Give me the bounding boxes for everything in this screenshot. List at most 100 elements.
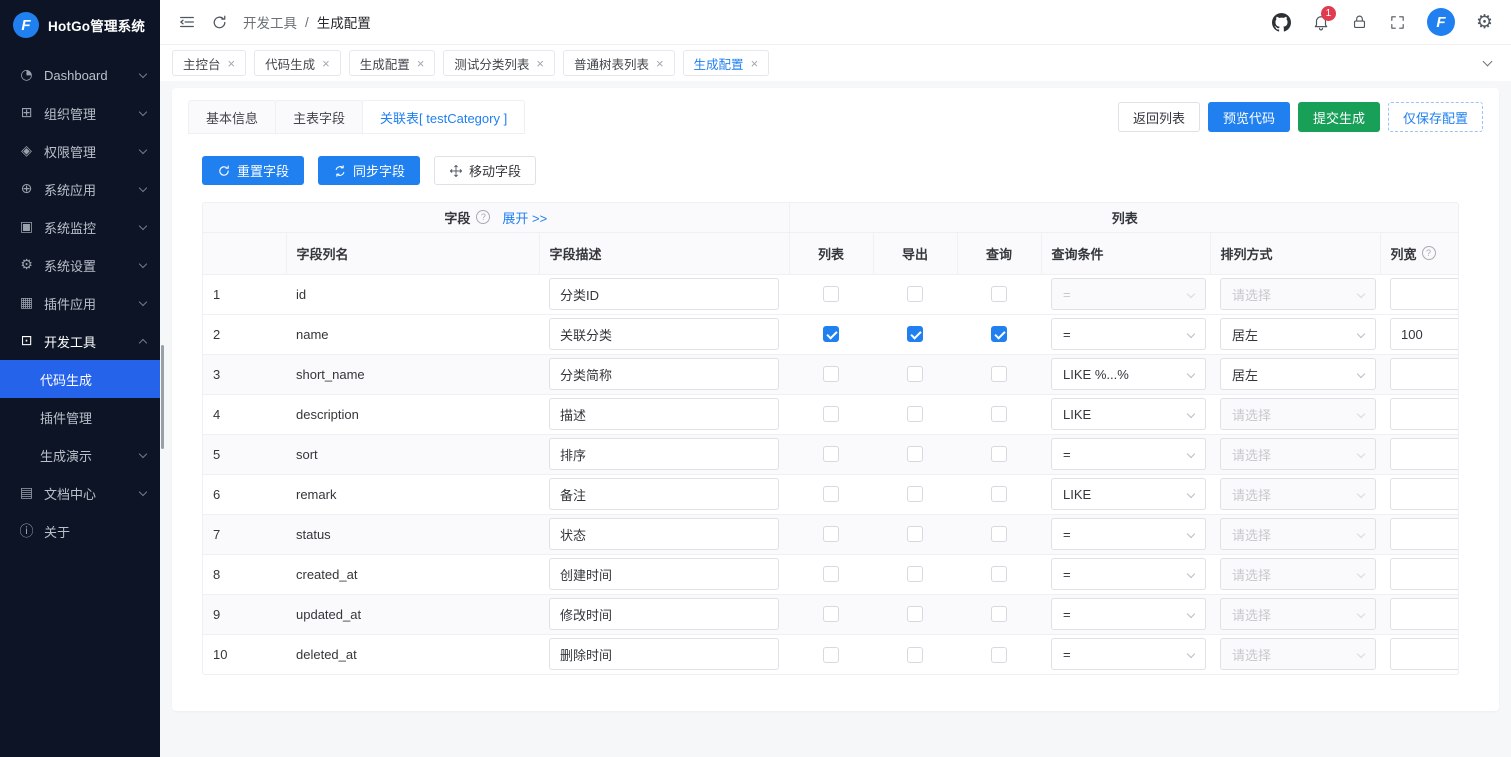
close-icon[interactable]: × — [417, 57, 425, 70]
move-fields-button[interactable]: 移动字段 — [434, 156, 536, 185]
page-tab[interactable]: 生成配置 × — [349, 50, 436, 76]
field-desc-input[interactable] — [549, 478, 779, 510]
submit-generate-button[interactable]: 提交生成 — [1298, 102, 1380, 132]
query-checkbox[interactable] — [991, 366, 1007, 382]
app-logo[interactable]: F HotGo管理系统 — [0, 0, 160, 50]
field-desc-input[interactable] — [549, 318, 779, 350]
sidebar-item[interactable]: ⊕ 系统应用 — [0, 170, 160, 208]
config-tab[interactable]: 关联表[ testCategory ] — [362, 100, 525, 134]
help-icon[interactable] — [1422, 246, 1436, 260]
query-condition-select[interactable]: = — [1051, 318, 1206, 350]
sync-fields-button[interactable]: 同步字段 — [318, 156, 420, 185]
tabs-collapse-chevron[interactable] — [1475, 51, 1499, 75]
sidebar-item[interactable]: 插件管理 — [0, 398, 160, 436]
query-checkbox[interactable] — [991, 526, 1007, 542]
user-avatar[interactable]: F — [1427, 8, 1455, 36]
list-checkbox[interactable] — [823, 526, 839, 542]
sidebar-item[interactable]: ⊡ 开发工具 — [0, 322, 160, 360]
field-desc-input[interactable] — [549, 558, 779, 590]
align-select[interactable]: 请选择 — [1220, 398, 1376, 430]
export-checkbox[interactable] — [907, 526, 923, 542]
query-checkbox[interactable] — [991, 406, 1007, 422]
column-width-input[interactable] — [1390, 438, 1459, 470]
field-desc-input[interactable] — [549, 438, 779, 470]
sidebar-item[interactable]: ⓘ 关于 — [0, 512, 160, 550]
field-desc-input[interactable] — [549, 518, 779, 550]
align-select[interactable]: 居左 — [1220, 358, 1376, 390]
page-tab[interactable]: 普通树表列表 × — [563, 50, 675, 76]
breadcrumb-parent[interactable]: 开发工具 — [243, 12, 297, 32]
column-width-input[interactable] — [1390, 398, 1459, 430]
export-checkbox[interactable] — [907, 606, 923, 622]
save-config-only-button[interactable]: 仅保存配置 — [1388, 102, 1483, 132]
list-checkbox[interactable] — [823, 647, 839, 663]
align-select[interactable]: 请选择 — [1220, 478, 1376, 510]
lock-screen-icon[interactable] — [1351, 14, 1368, 31]
column-width-input[interactable] — [1390, 518, 1459, 550]
config-tab[interactable]: 基本信息 — [188, 100, 276, 134]
menu-collapse-icon[interactable] — [178, 13, 196, 31]
page-tab[interactable]: 测试分类列表 × — [443, 50, 555, 76]
align-select[interactable]: 请选择 — [1220, 558, 1376, 590]
sidebar-item[interactable]: ▦ 插件应用 — [0, 284, 160, 322]
query-checkbox[interactable] — [991, 647, 1007, 663]
sidebar-item[interactable]: ⊞ 组织管理 — [0, 94, 160, 132]
scrollbar-thumb[interactable] — [161, 345, 164, 449]
refresh-icon[interactable] — [211, 14, 228, 31]
close-icon[interactable]: × — [536, 57, 544, 70]
export-checkbox[interactable] — [907, 286, 923, 302]
expand-link[interactable]: 展开 >> — [502, 208, 547, 227]
gear-icon[interactable]: ⚙ — [1476, 13, 1493, 32]
query-checkbox[interactable] — [991, 446, 1007, 462]
column-width-input[interactable] — [1390, 638, 1459, 670]
query-condition-select[interactable]: LIKE — [1051, 478, 1206, 510]
sidebar-item[interactable]: ◈ 权限管理 — [0, 132, 160, 170]
query-condition-select[interactable]: = — [1051, 638, 1206, 670]
preview-code-button[interactable]: 预览代码 — [1208, 102, 1290, 132]
column-width-input[interactable] — [1390, 278, 1459, 310]
field-desc-input[interactable] — [549, 278, 779, 310]
list-checkbox[interactable] — [823, 286, 839, 302]
page-tab[interactable]: 生成配置 × — [683, 50, 770, 76]
column-width-input[interactable] — [1390, 558, 1459, 590]
sidebar-item[interactable]: 生成演示 — [0, 436, 160, 474]
query-checkbox[interactable] — [991, 486, 1007, 502]
query-checkbox[interactable] — [991, 566, 1007, 582]
column-width-input[interactable] — [1390, 478, 1459, 510]
query-condition-select[interactable]: = — [1051, 438, 1206, 470]
query-condition-select[interactable]: LIKE %...% — [1051, 358, 1206, 390]
align-select[interactable]: 请选择 — [1220, 638, 1376, 670]
align-select[interactable]: 请选择 — [1220, 278, 1376, 310]
list-checkbox[interactable] — [823, 606, 839, 622]
column-width-input[interactable] — [1390, 358, 1459, 390]
align-select[interactable]: 请选择 — [1220, 438, 1376, 470]
close-icon[interactable]: × — [322, 57, 330, 70]
export-checkbox[interactable] — [907, 446, 923, 462]
sidebar-item[interactable]: ▤ 文档中心 — [0, 474, 160, 512]
list-checkbox[interactable] — [823, 366, 839, 382]
page-tab[interactable]: 代码生成 × — [254, 50, 341, 76]
close-icon[interactable]: × — [751, 57, 759, 70]
column-width-input[interactable] — [1390, 318, 1459, 350]
align-select[interactable]: 居左 — [1220, 318, 1376, 350]
export-checkbox[interactable] — [907, 366, 923, 382]
help-icon[interactable] — [476, 210, 490, 224]
list-checkbox[interactable] — [823, 326, 839, 342]
list-checkbox[interactable] — [823, 446, 839, 462]
field-desc-input[interactable] — [549, 398, 779, 430]
page-tab[interactable]: 主控台 × — [172, 50, 246, 76]
field-desc-input[interactable] — [549, 598, 779, 630]
fullscreen-icon[interactable] — [1389, 14, 1406, 31]
list-checkbox[interactable] — [823, 486, 839, 502]
query-condition-select[interactable]: = — [1051, 558, 1206, 590]
reset-fields-button[interactable]: 重置字段 — [202, 156, 304, 185]
align-select[interactable]: 请选择 — [1220, 518, 1376, 550]
back-to-list-button[interactable]: 返回列表 — [1118, 102, 1200, 132]
sidebar-item[interactable]: 代码生成 — [0, 360, 160, 398]
sidebar-item[interactable]: ⚙ 系统设置 — [0, 246, 160, 284]
export-checkbox[interactable] — [907, 406, 923, 422]
query-checkbox[interactable] — [991, 326, 1007, 342]
export-checkbox[interactable] — [907, 647, 923, 663]
close-icon[interactable]: × — [228, 57, 236, 70]
notification-bell-icon[interactable]: 1 — [1312, 13, 1330, 31]
